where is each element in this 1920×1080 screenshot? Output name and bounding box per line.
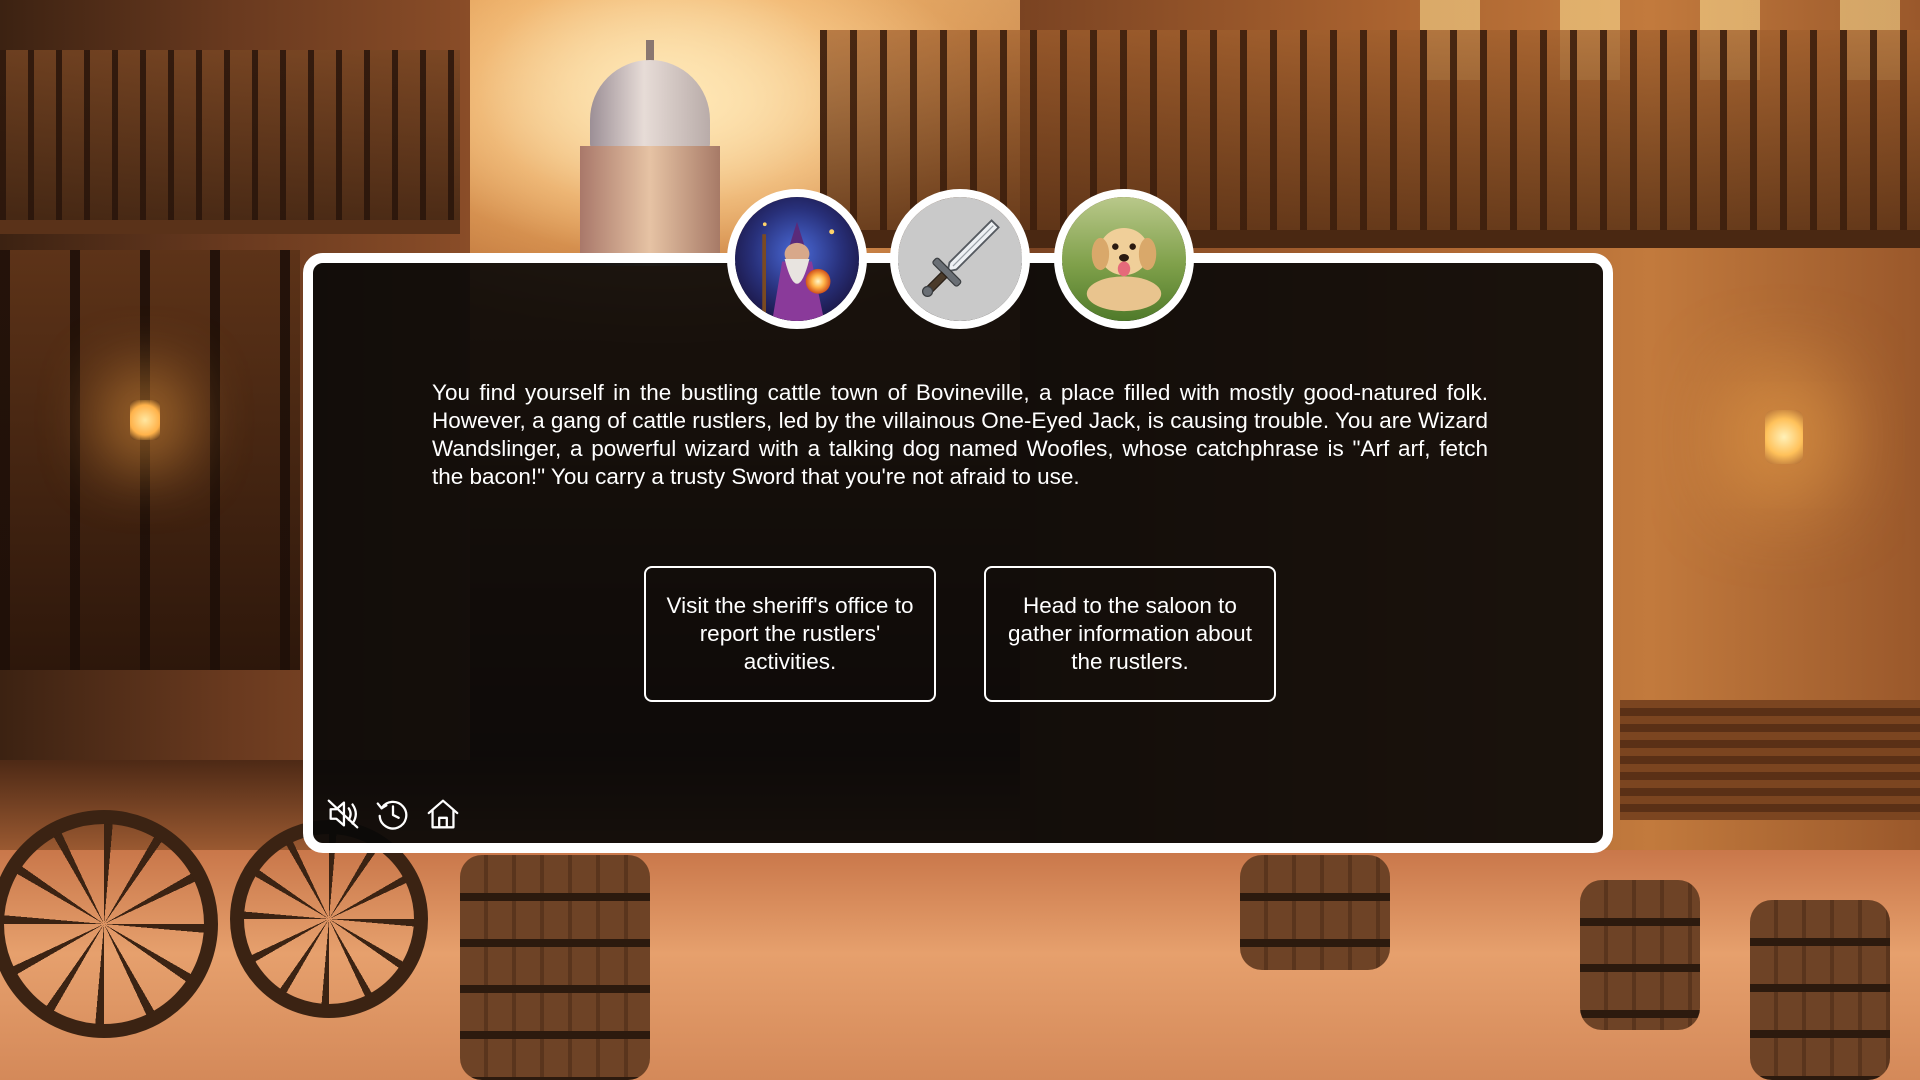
- home-button[interactable]: [424, 795, 462, 833]
- dog-portrait-icon[interactable]: [1054, 189, 1194, 329]
- barrel: [1240, 855, 1390, 970]
- barrel: [1580, 880, 1700, 1030]
- party-avatars: [0, 189, 1920, 329]
- story-text: You find yourself in the bustling cattle…: [432, 380, 1488, 489]
- barrel: [1750, 900, 1890, 1080]
- sword-icon[interactable]: [890, 189, 1030, 329]
- mute-button[interactable]: [324, 795, 362, 833]
- sword-icon: [898, 197, 1022, 321]
- dog-portrait-icon: [1062, 197, 1186, 321]
- choice-sheriff-button[interactable]: Visit the sheriff's office to report the…: [644, 566, 936, 702]
- right-porch: [1620, 700, 1920, 820]
- barrel: [460, 855, 650, 1080]
- choice-saloon-button[interactable]: Head to the saloon to gather information…: [984, 566, 1276, 702]
- right-lamp: [1765, 410, 1803, 464]
- history-icon: [376, 800, 408, 830]
- left-lamp: [130, 400, 160, 440]
- wizard-portrait-icon: [735, 197, 859, 321]
- home-icon: [427, 799, 459, 829]
- history-button[interactable]: [374, 795, 412, 833]
- wagon-wheel: [0, 810, 218, 1038]
- wizard-portrait-icon[interactable]: [727, 189, 867, 329]
- story-dialog-panel: [303, 253, 1613, 853]
- mute-icon: [327, 799, 359, 829]
